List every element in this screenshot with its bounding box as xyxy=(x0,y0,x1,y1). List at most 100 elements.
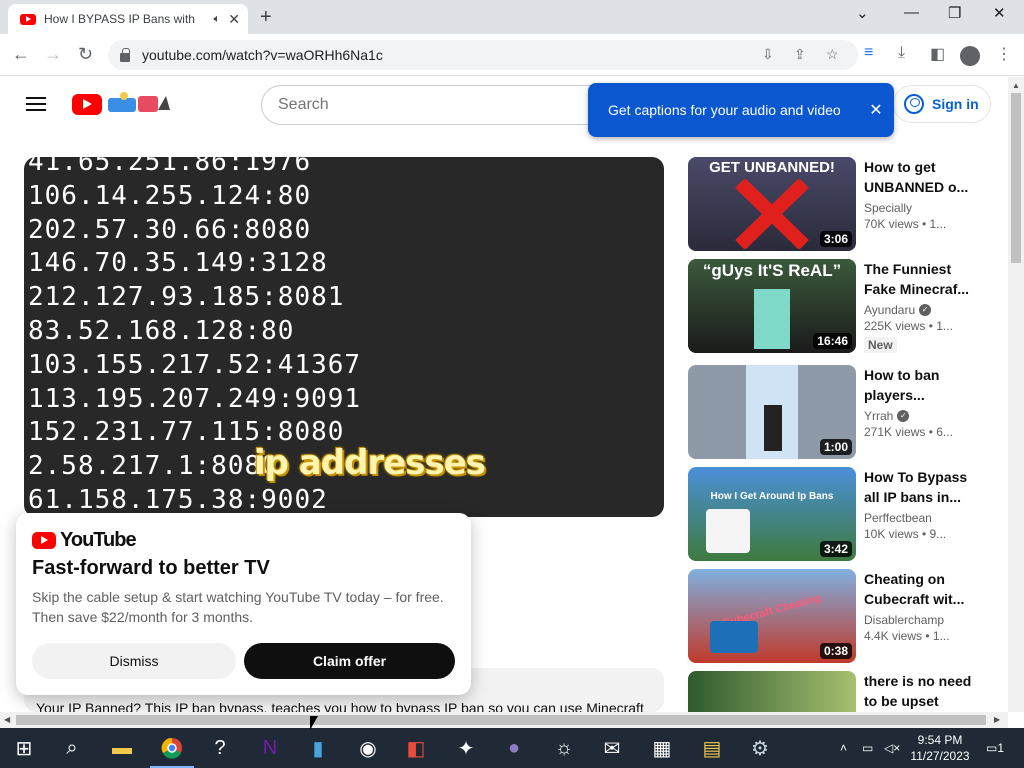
channel-name[interactable]: Ayundaru ✓ xyxy=(864,303,974,317)
forward-button[interactable]: → xyxy=(44,44,62,65)
video-title[interactable]: Cheating on Cubecraft wit... xyxy=(864,569,974,609)
video-meta: 4.4K views • 1... xyxy=(864,629,950,643)
show-hidden-icons-icon[interactable]: ˄ xyxy=(840,728,847,768)
menu-icon[interactable] xyxy=(26,97,46,111)
video-thumbnail[interactable]: Cubecraft Cheating 0:38 xyxy=(688,569,856,663)
system-clock[interactable]: 9:54 PM 11/27/2023 xyxy=(905,732,975,764)
ip-address-line: 113.195.207.249:9091 xyxy=(28,383,362,414)
vertical-scroll-thumb[interactable] xyxy=(1011,93,1021,263)
back-button[interactable]: ← xyxy=(12,44,30,65)
video-overlay-caption: ip addresses xyxy=(254,443,486,483)
video-player[interactable]: 41.65.251.86:1976 106.14.255.124:80 202.57… xyxy=(24,157,664,517)
close-icon[interactable]: ✕ xyxy=(858,100,894,120)
downloads-icon[interactable]: ⤓ xyxy=(898,44,905,62)
channel-name[interactable]: Yrrah ✓ xyxy=(864,409,974,423)
tips-icon[interactable]: ✦ xyxy=(452,734,480,762)
mail-icon[interactable]: ✉ xyxy=(598,734,626,762)
audio-playing-icon[interactable]: 🔈︎ xyxy=(214,13,221,26)
browser-tab[interactable]: How I BYPASS IP Bans with 🔈︎ ✕ xyxy=(8,4,248,34)
video-title[interactable]: there is no need to be upset xyxy=(864,671,974,711)
maximize-button[interactable]: ❐ xyxy=(948,4,961,22)
channel-name[interactable]: Perffectbean xyxy=(864,511,974,525)
notification-count: 1 xyxy=(997,741,1005,755)
recommended-video[interactable]: there is no need to be upset xyxy=(688,671,988,712)
chrome-icon[interactable] xyxy=(150,734,194,768)
tab-close-icon[interactable]: ✕ xyxy=(228,11,240,28)
youtube-doodle-logo[interactable] xyxy=(104,90,172,116)
video-title[interactable]: How To Bypass all IP bans in... xyxy=(864,467,974,507)
recommended-video[interactable]: “gUys It'S ReAL” 16:46 The Funniest Fake… xyxy=(688,259,988,353)
vertical-scrollbar[interactable]: ▲ xyxy=(1008,77,1024,712)
captions-tooltip: Get captions for your audio and video ✕ xyxy=(588,83,894,137)
recommended-video[interactable]: GET UNBANNED! 3:06 How to get UNBANNED o… xyxy=(688,157,988,251)
channel-name[interactable]: Disablerchamp xyxy=(864,613,974,627)
windows-start-icon[interactable]: ⊞ xyxy=(10,734,38,762)
address-bar[interactable]: youtube.com/watch?v=waORHh6Na1c xyxy=(108,40,858,70)
media-controls-icon[interactable]: ≡ xyxy=(864,44,873,62)
horizontal-scrollbar[interactable]: ◀ ▶ xyxy=(0,712,1008,728)
video-thumbnail[interactable]: GET UNBANNED! 3:06 xyxy=(688,157,856,251)
install-app-icon[interactable]: ⇩ xyxy=(762,46,774,63)
video-thumbnail[interactable]: How I Get Around Ip Bans 3:42 xyxy=(688,467,856,561)
mouse-cursor-icon xyxy=(310,716,318,730)
cubecraft-logo-icon xyxy=(710,621,758,653)
scroll-left-arrow-icon[interactable]: ◀ xyxy=(4,715,10,724)
file-explorer-icon[interactable]: ▬ xyxy=(108,734,136,762)
feedback-hub-icon[interactable]: ? xyxy=(206,734,234,762)
reload-button[interactable]: ↻ xyxy=(78,44,93,65)
scroll-up-arrow-icon[interactable]: ▲ xyxy=(1012,81,1020,90)
microsoft-store-icon[interactable]: ▦ xyxy=(648,734,676,762)
browser-menu-icon[interactable]: ⋮ xyxy=(996,44,1012,64)
url-text: youtube.com/watch?v=waORHh6Na1c xyxy=(142,47,383,63)
search-input[interactable]: Search xyxy=(261,85,601,125)
video-duration: 3:06 xyxy=(819,231,852,247)
dismiss-button[interactable]: Dismiss xyxy=(32,643,236,679)
recommended-video[interactable]: How I Get Around Ip Bans 3:42 How To Byp… xyxy=(688,467,988,561)
video-title[interactable]: How to ban players... xyxy=(864,365,974,405)
profile-avatar-icon[interactable] xyxy=(960,46,980,66)
lock-icon[interactable] xyxy=(120,47,130,62)
steam-icon[interactable]: ⚙ xyxy=(746,734,774,762)
channel-name-text: Yrrah xyxy=(864,409,894,423)
onenote-icon[interactable]: N xyxy=(256,734,284,762)
claim-offer-button[interactable]: Claim offer xyxy=(244,643,455,679)
minimize-button[interactable]: — xyxy=(904,4,919,21)
side-panel-icon[interactable]: ◧ xyxy=(930,44,945,64)
network-icon[interactable]: ▭ xyxy=(862,728,873,768)
brightness-icon[interactable]: ☼ xyxy=(550,734,578,762)
search-placeholder: Search xyxy=(278,96,329,113)
notifications-icon[interactable]: ▭ 1 xyxy=(986,728,1004,768)
camera-icon[interactable]: ◉ xyxy=(354,734,382,762)
video-thumbnail[interactable]: “gUys It'S ReAL” 16:46 xyxy=(688,259,856,353)
close-window-button[interactable]: ✕ xyxy=(993,4,1006,22)
new-tab-button[interactable]: + xyxy=(260,6,272,29)
account-icon xyxy=(904,94,924,114)
ip-address-line: 41.65.251.86:1976 xyxy=(28,157,312,177)
video-title[interactable]: The Funniest Fake Minecraf... xyxy=(864,259,974,299)
paint-3d-icon[interactable]: ● xyxy=(500,734,528,762)
promo-body: Skip the cable setup & start watching Yo… xyxy=(32,589,444,625)
channel-name[interactable]: Specially xyxy=(864,201,974,215)
video-thumbnail[interactable] xyxy=(688,671,856,712)
notepad-icon[interactable]: ▮ xyxy=(304,734,332,762)
horizontal-scroll-thumb[interactable] xyxy=(16,715,986,725)
tab-search-icon[interactable]: ⌄ xyxy=(856,4,869,22)
search-icon[interactable]: ⌕ xyxy=(58,734,86,762)
recommended-video[interactable]: 1:00 How to ban players... Yrrah ✓ 271K v… xyxy=(688,365,988,459)
youtube-brand-text: YouTube xyxy=(60,529,137,551)
browser-title-bar: How I BYPASS IP Bans with 🔈︎ ✕ + ⌄ — ❐ ✕ xyxy=(0,0,1024,34)
chrome-logo-icon xyxy=(161,737,182,759)
file-manager-icon[interactable]: ▤ xyxy=(698,734,726,762)
video-meta: 70K views • 1... xyxy=(864,217,947,231)
recommended-video[interactable]: Cubecraft Cheating 0:38 Cheating on Cube… xyxy=(688,569,988,663)
office-icon[interactable]: ◧ xyxy=(402,734,430,762)
scroll-right-arrow-icon[interactable]: ▶ xyxy=(994,715,1000,724)
video-title[interactable]: How to get UNBANNED o... xyxy=(864,157,974,197)
video-thumbnail[interactable]: 1:00 xyxy=(688,365,856,459)
youtube-logo[interactable] xyxy=(72,94,102,115)
bookmark-star-icon[interactable]: ☆ xyxy=(826,46,839,63)
youtube-tv-promo: YouTube Fast-forward to better TV Skip t… xyxy=(16,513,471,695)
volume-muted-icon[interactable]: ◁× xyxy=(884,728,900,768)
share-icon[interactable]: ⇪ xyxy=(794,46,806,63)
sign-in-button[interactable]: Sign in xyxy=(893,85,991,123)
